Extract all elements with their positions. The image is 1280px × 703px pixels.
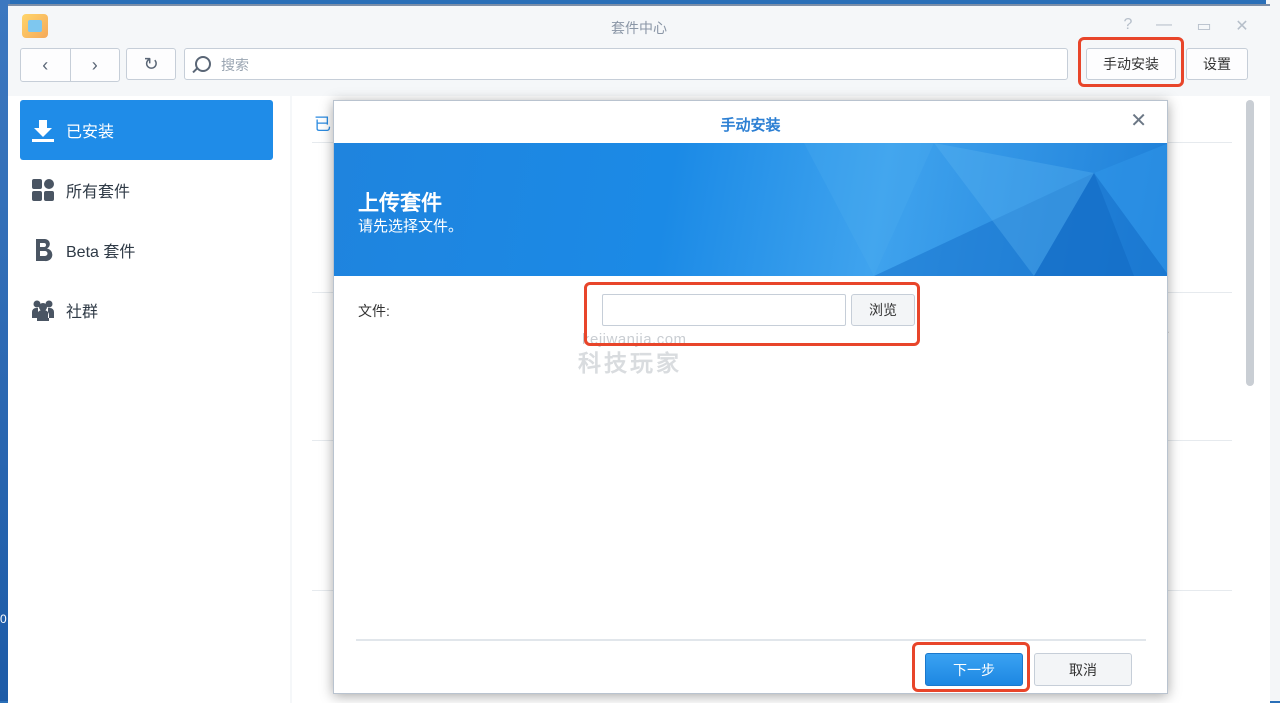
minimize-icon[interactable]: — bbox=[1154, 16, 1174, 34]
main-heading: 已 bbox=[314, 115, 331, 134]
search-box[interactable] bbox=[184, 48, 1068, 81]
sidebar-item-beta[interactable]: Beta 套件 bbox=[20, 220, 273, 280]
settings-button[interactable]: 设置 bbox=[1186, 48, 1248, 80]
sidebar-item-label: 社群 bbox=[66, 304, 99, 321]
file-label: 文件: bbox=[358, 303, 390, 319]
search-icon bbox=[195, 56, 211, 72]
banner-decoration bbox=[804, 143, 1167, 276]
cancel-button[interactable]: 取消 bbox=[1034, 653, 1132, 686]
sidebar: 已安装 所有套件 Beta 套件 社群 bbox=[8, 96, 290, 703]
dialog-close-icon[interactable]: ✕ bbox=[1130, 111, 1147, 131]
search-input[interactable] bbox=[219, 49, 1043, 81]
desktop-edge-text: 0 bbox=[0, 612, 7, 626]
download-icon bbox=[30, 117, 56, 143]
back-icon[interactable]: ‹ bbox=[21, 49, 70, 81]
sidebar-item-all-packages[interactable]: 所有套件 bbox=[20, 160, 273, 220]
window-title: 套件中心 bbox=[611, 20, 667, 36]
sidebar-item-label: Beta 套件 bbox=[66, 244, 136, 261]
beta-icon bbox=[30, 237, 56, 263]
dialog-footer-divider bbox=[356, 639, 1146, 641]
banner-subtitle: 请先选择文件。 bbox=[358, 218, 464, 235]
refresh-icon: ↻ bbox=[143, 53, 159, 74]
watermark-text: 科技玩家 bbox=[578, 350, 682, 377]
banner-title: 上传套件 bbox=[358, 192, 442, 215]
refresh-button[interactable]: ↻ bbox=[126, 48, 176, 80]
nav-button-group: ‹ › bbox=[20, 48, 120, 82]
highlight-file-row bbox=[584, 282, 920, 346]
sidebar-item-label: 已安装 bbox=[66, 124, 115, 141]
help-icon[interactable]: ? bbox=[1118, 16, 1138, 34]
dialog-title: 手动安装 bbox=[720, 117, 781, 134]
main-scrollbar[interactable] bbox=[1246, 100, 1254, 386]
highlight-next-button bbox=[912, 642, 1030, 692]
manual-install-dialog: 手动安装 ✕ 上传套件 请先选择文件。 文件: 浏览 kejiwanjia.co… bbox=[333, 100, 1168, 694]
sidebar-item-community[interactable]: 社群 bbox=[20, 280, 273, 340]
dialog-title-bar[interactable]: 手动安装 ✕ bbox=[334, 101, 1167, 144]
sidebar-item-label: 所有套件 bbox=[66, 184, 131, 201]
dialog-banner: 上传套件 请先选择文件。 bbox=[334, 143, 1167, 276]
forward-icon[interactable]: › bbox=[69, 49, 120, 81]
grid-icon bbox=[30, 177, 56, 203]
sidebar-item-installed[interactable]: 已安装 bbox=[20, 100, 273, 160]
close-icon[interactable]: ✕ bbox=[1232, 16, 1252, 36]
highlight-manual-install bbox=[1078, 37, 1184, 87]
maximize-icon[interactable]: ▭ bbox=[1194, 16, 1214, 36]
community-icon bbox=[30, 297, 56, 323]
